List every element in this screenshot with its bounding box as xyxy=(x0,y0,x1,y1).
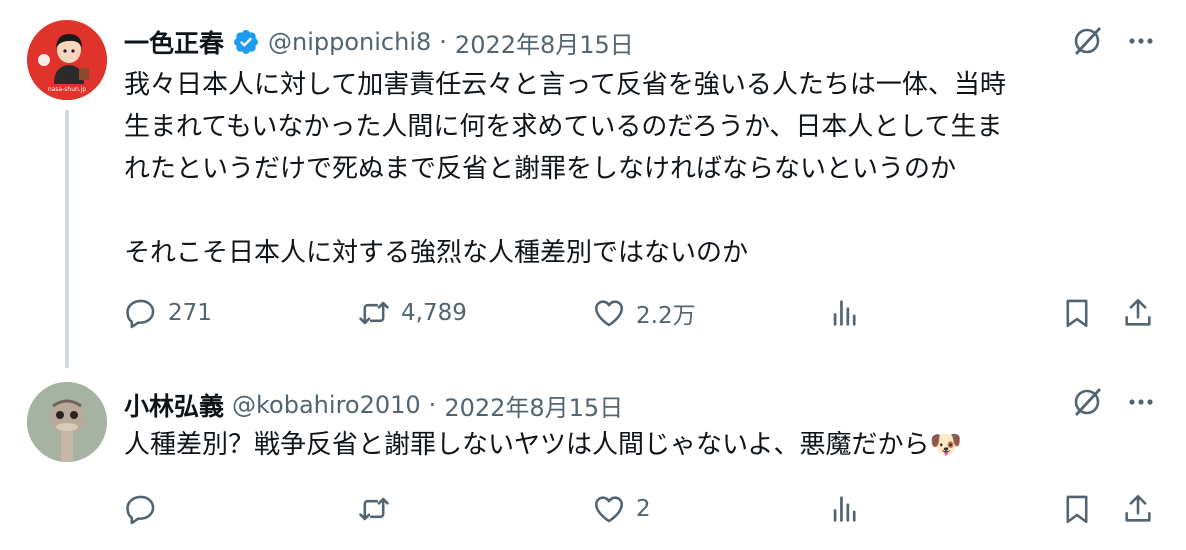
like-button[interactable]: 2 xyxy=(592,492,651,526)
tweet-text-content: 人種差別？戦争反省と謝罪しないヤツは人間じゃないよ、悪魔だから xyxy=(124,430,930,460)
like-count: 2.2万 xyxy=(636,303,696,329)
views-button[interactable] xyxy=(828,296,862,330)
retweet-icon xyxy=(359,497,389,521)
dog-face-emoji: 🐶 xyxy=(929,430,962,460)
like-count: 2 xyxy=(636,496,651,522)
tweet-text-line: 我々日本人に対して加害責任云々と言って反省を強いる人たちは一体、当時 xyxy=(124,70,1006,100)
share-button[interactable] xyxy=(1121,492,1155,526)
grok-icon[interactable] xyxy=(1070,385,1104,419)
views-icon xyxy=(833,300,856,326)
tweet-actions: 271 4,789 2.2万 xyxy=(124,296,1164,336)
reply-icon xyxy=(126,299,155,329)
tweet-header: 一色正春 @nipponichi8 · 2022年8月15日 xyxy=(124,24,634,60)
avatar[interactable] xyxy=(27,382,107,462)
share-icon xyxy=(1125,494,1151,522)
tweet-top-icons xyxy=(1070,24,1158,58)
bookmark-button[interactable] xyxy=(1060,296,1094,330)
tweet-text: 人種差別？戦争反省と謝罪しないヤツは人間じゃないよ、悪魔だから🐶 xyxy=(124,424,1164,466)
author-name[interactable]: 小林弘義 xyxy=(124,387,224,423)
tweet-1[interactable]: nasa-shun.jp 一色正春 @nipponichi8 · 2022年8月… xyxy=(0,0,1186,370)
avatar-caption: nasa-shun.jp xyxy=(47,86,87,93)
author-name[interactable]: 一色正春 xyxy=(124,24,224,60)
share-button[interactable] xyxy=(1121,296,1155,330)
tweet-date[interactable]: 2022年8月15日 xyxy=(455,25,634,60)
like-icon xyxy=(594,496,624,523)
more-icon[interactable] xyxy=(1124,24,1158,58)
reply-button[interactable]: 271 xyxy=(124,296,212,330)
retweet-button[interactable]: 4,789 xyxy=(357,296,467,330)
tweet-text: 我々日本人に対して加害責任云々と言って反省を強いる人たちは一体、当時 生まれても… xyxy=(124,64,1164,274)
views-icon xyxy=(833,496,856,522)
like-icon xyxy=(594,300,624,327)
reply-icon xyxy=(126,495,155,525)
tweet-top-icons xyxy=(1070,385,1158,419)
tweet-header: 小林弘義 @kobahiro2010 · 2022年8月15日 xyxy=(124,387,623,423)
grok-icon[interactable] xyxy=(1070,24,1104,58)
reply-count: 271 xyxy=(168,300,212,326)
tweet-date[interactable]: 2022年8月15日 xyxy=(444,388,623,423)
share-icon xyxy=(1125,298,1151,326)
retweet-button[interactable] xyxy=(357,492,401,526)
tweet-text-line xyxy=(124,190,1164,232)
author-handle[interactable]: @nipponichi8 xyxy=(268,28,431,56)
retweet-icon xyxy=(359,301,389,325)
separator-dot: · xyxy=(428,391,437,419)
bookmark-button[interactable] xyxy=(1060,492,1094,526)
tweet-2[interactable]: 小林弘義 @kobahiro2010 · 2022年8月15日 人種差別？戦争反… xyxy=(0,370,1186,550)
bookmark-icon xyxy=(1066,299,1088,328)
retweet-count: 4,789 xyxy=(401,300,467,326)
tweet-text-line: それこそ日本人に対する強烈な人種差別ではないのか xyxy=(124,238,749,268)
tweet-actions: 2 xyxy=(124,492,1164,532)
author-handle[interactable]: @kobahiro2010 xyxy=(232,391,421,419)
tweet-text-line: れたというだけで死ぬまで反省と謝罪をしなければならないというのか xyxy=(124,154,957,184)
tweet-text-line: 人種差別？戦争反省と謝罪しないヤツは人間じゃないよ、悪魔だから🐶 xyxy=(124,424,1164,466)
tweet-text-line: 生まれてもいなかった人間に何を求めているのだろうか、日本人として生ま xyxy=(124,112,1003,142)
verified-badge-icon[interactable] xyxy=(232,28,260,56)
separator-dot: · xyxy=(439,28,447,56)
more-icon[interactable] xyxy=(1124,385,1158,419)
avatar[interactable]: nasa-shun.jp xyxy=(27,20,107,100)
views-button[interactable] xyxy=(828,492,862,526)
like-button[interactable]: 2.2万 xyxy=(592,296,696,330)
avatar-ostrich-photo xyxy=(27,382,107,462)
reply-button[interactable] xyxy=(124,492,168,526)
bookmark-icon xyxy=(1066,495,1088,524)
